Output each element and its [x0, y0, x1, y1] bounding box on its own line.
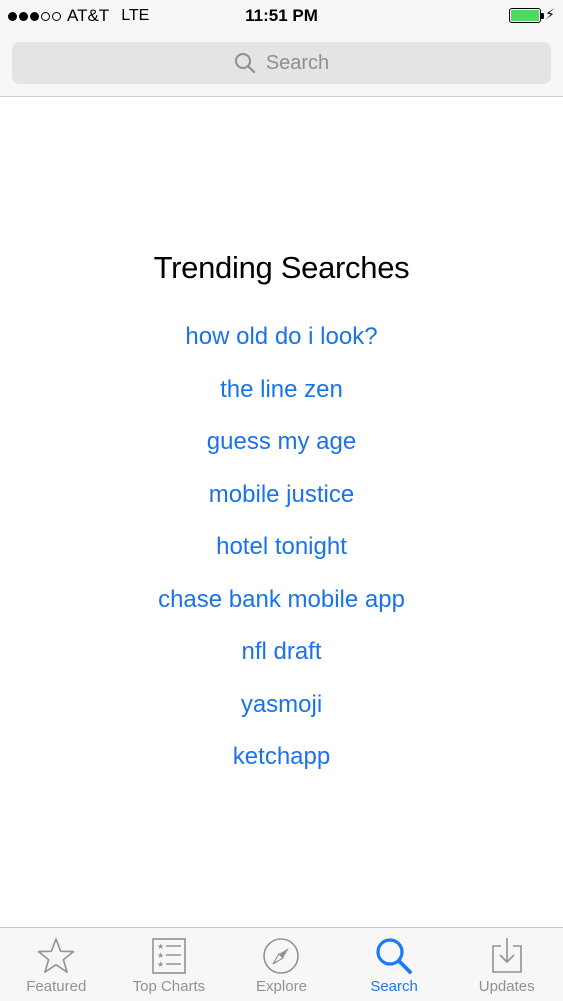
search-icon: [376, 938, 412, 974]
download-icon: [491, 938, 522, 973]
battery-level: [511, 10, 539, 21]
tab-featured[interactable]: Featured: [0, 928, 113, 1001]
status-time: 11:51 PM: [245, 6, 318, 25]
app-store-search-screen: AT&T LTE 11:51 PM ⚡ Search Trending Sear…: [0, 0, 563, 1001]
tab-updates[interactable]: Updates: [450, 928, 563, 1001]
trending-item[interactable]: the line zen: [0, 377, 563, 431]
svg-text:★: ★: [157, 960, 164, 969]
trending-list: how old do i look? the line zen guess my…: [0, 325, 563, 798]
list-icon: ★ ★ ★: [152, 938, 186, 974]
charging-icon: ⚡: [545, 6, 555, 22]
svg-text:★: ★: [157, 951, 164, 960]
star-icon: [37, 938, 75, 974]
trending-item[interactable]: yasmoji: [0, 692, 563, 746]
battery-icon: [509, 8, 544, 23]
svg-text:★: ★: [157, 942, 164, 951]
trending-searches-section: Trending Searches how old do i look? the…: [0, 250, 563, 798]
search-header: Search: [0, 32, 563, 97]
tab-label: Top Charts: [132, 978, 206, 995]
tab-search[interactable]: Search: [338, 928, 451, 1001]
tab-label: Featured: [26, 978, 87, 995]
compass-icon: [263, 938, 300, 974]
tab-bar: Featured ★ ★ ★ Top Charts Explore Search…: [0, 927, 563, 1001]
search-icon: [234, 53, 255, 74]
trending-item[interactable]: chase bank mobile app: [0, 587, 563, 641]
status-bar: AT&T LTE 11:51 PM ⚡: [0, 0, 563, 32]
trending-item[interactable]: hotel tonight: [0, 535, 563, 588]
trending-item[interactable]: guess my age: [0, 430, 563, 483]
tab-label: Updates: [478, 978, 535, 995]
trending-item[interactable]: ketchapp: [0, 745, 563, 798]
tab-explore[interactable]: Explore: [225, 928, 338, 1001]
trending-item[interactable]: mobile justice: [0, 482, 563, 536]
search-input[interactable]: Search: [12, 42, 551, 84]
trending-item[interactable]: how old do i look?: [0, 325, 563, 378]
tab-label: Search: [370, 978, 418, 995]
tab-label: Explore: [256, 978, 307, 995]
trending-title: Trending Searches: [153, 250, 410, 285]
tab-top-charts[interactable]: ★ ★ ★ Top Charts: [113, 928, 226, 1001]
search-placeholder: Search: [265, 51, 330, 74]
trending-item[interactable]: nfl draft: [0, 640, 563, 693]
